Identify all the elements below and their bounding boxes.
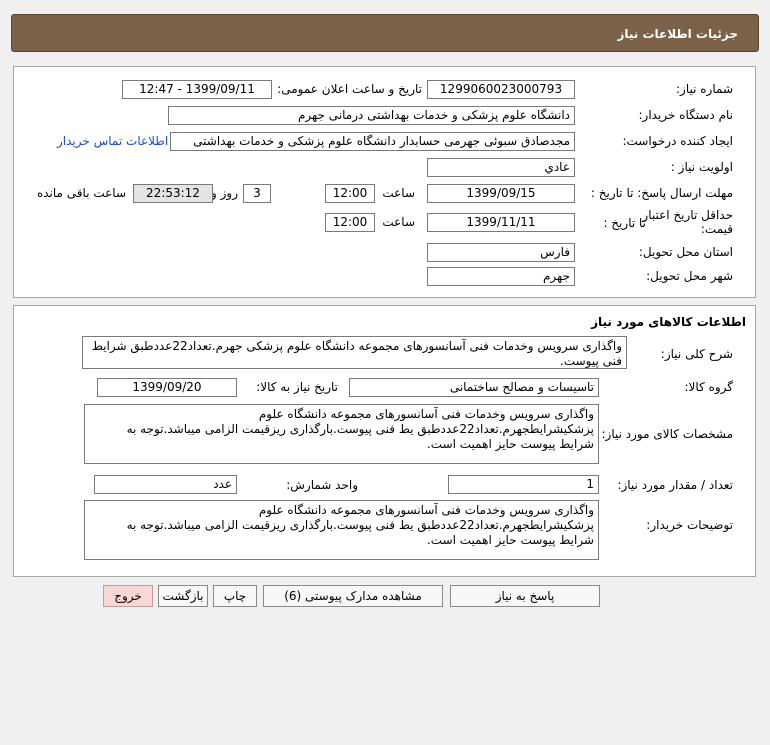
quantity-label: تعداد / مقدار مورد نیاز: xyxy=(617,478,733,492)
days-remaining-field: 3 xyxy=(243,184,271,203)
buyer-org-field: دانشگاه علوم پزشکی و خدمات بهداشتی درمان… xyxy=(168,106,575,125)
validity-label-line1: حداقل تاریخ اعتبار xyxy=(642,208,733,222)
city-field: جهرم xyxy=(427,267,575,286)
deadline-time-label: ساعت xyxy=(382,186,415,200)
announce-date-label: تاریخ و ساعت اعلان عمومی: xyxy=(277,82,422,96)
buyer-contact-link[interactable]: اطلاعات تماس خریدار xyxy=(57,134,168,148)
reply-button[interactable]: پاسخ به نیاز xyxy=(450,585,600,607)
city-label: شهر محل تحویل: xyxy=(646,269,733,283)
need-number-field: 1299060023000793 xyxy=(427,80,575,99)
need-date-field: 1399/09/20 xyxy=(97,378,237,397)
specs-label: مشخصات کالای مورد نیاز: xyxy=(601,427,733,441)
remaining-time-field: 22:53:12 xyxy=(133,184,213,203)
province-label: استان محل تحویل: xyxy=(638,245,733,259)
province-field: فارس xyxy=(427,243,575,262)
summary-field: واگذاری سرویس وخدمات فنی آسانسورهای مجمو… xyxy=(82,336,627,369)
goods-group-label: گروه کالا: xyxy=(684,380,734,394)
deadline-date-field: 1399/09/15 xyxy=(427,184,575,203)
requester-label: ایجاد کننده درخواست: xyxy=(622,134,733,148)
summary-label: شرح کلی نیاز: xyxy=(660,347,733,361)
general-info-panel xyxy=(13,66,756,298)
validity-date-field: 1399/11/11 xyxy=(427,213,575,232)
validity-time-label: ساعت xyxy=(382,215,415,229)
validity-time-field: 12:00 xyxy=(325,213,375,232)
back-button[interactable]: بازگشت xyxy=(158,585,208,607)
priority-field: عادي xyxy=(427,158,575,177)
deadline-label: مهلت ارسال پاسخ: تا تاریخ : xyxy=(590,186,733,200)
exit-button[interactable]: خروج xyxy=(103,585,153,607)
deadline-time-field: 12:00 xyxy=(325,184,375,203)
page-title-bar: جزئیات اطلاعات نیاز xyxy=(11,14,759,52)
goods-group-field: تاسیسات و مصالح ساختمانی xyxy=(349,378,599,397)
validity-to-date-label: تا تاریخ : xyxy=(603,216,646,230)
need-date-label: تاریخ نیاز به کالا: xyxy=(256,380,338,394)
validity-label-line2: قیمت: xyxy=(700,222,733,236)
print-button[interactable]: چاپ xyxy=(213,585,257,607)
buyer-notes-field: واگذاری سرویس وخدمات فنی آسانسورهای مجمو… xyxy=(84,500,599,560)
buyer-org-label: نام دستگاه خریدار: xyxy=(638,108,734,122)
buyer-notes-label: توضیحات خریدار: xyxy=(646,518,733,532)
need-number-label: شماره نیاز: xyxy=(676,82,733,96)
unit-field: عدد xyxy=(94,475,237,494)
quantity-field: 1 xyxy=(448,475,599,494)
page-title: جزئیات اطلاعات نیاز xyxy=(617,27,738,41)
announce-date-field: 1399/09/11 - 12:47 xyxy=(122,80,272,99)
priority-label: اولویت نیاز : xyxy=(670,160,733,174)
requester-field: مجدصادق سبوئی جهرمی حسابدار دانشگاه علوم… xyxy=(170,132,575,151)
specs-field: واگذاری سرویس وخدمات فنی آسانسورهای مجمو… xyxy=(84,404,599,464)
days-label: روز و xyxy=(211,186,238,200)
view-attachments-button[interactable]: مشاهده مدارک پیوستی (6) xyxy=(263,585,443,607)
unit-label: واحد شمارش: xyxy=(286,478,358,492)
remaining-time-label: ساعت باقی مانده xyxy=(36,186,126,200)
goods-section-title: اطلاعات کالاهای مورد نیاز xyxy=(591,315,746,329)
